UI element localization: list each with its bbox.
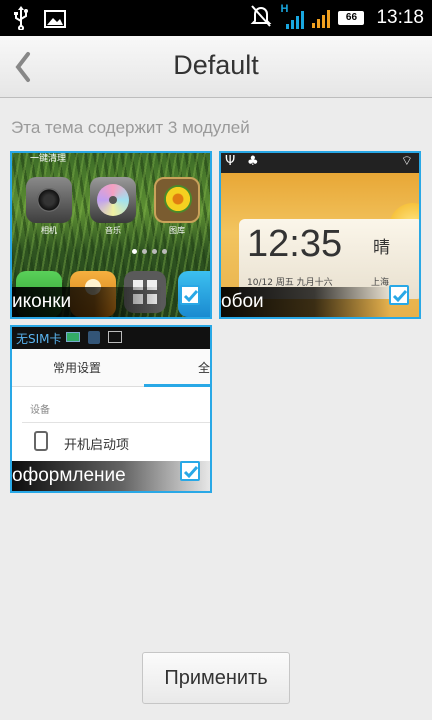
phone-icon	[34, 431, 48, 451]
preview-tab: 全部	[144, 349, 210, 387]
preview-section-caption: 设备	[30, 405, 50, 416]
camera-app-icon	[26, 177, 72, 223]
checkmark-icon	[392, 290, 408, 303]
module-wallpaper-checkbox[interactable]	[389, 285, 409, 305]
app-header: Default	[0, 36, 432, 98]
gallery-app-icon	[154, 177, 200, 223]
preview-status-bar: 无SIM卡	[12, 327, 210, 349]
wifi-icon: ⌔	[400, 154, 413, 169]
widget-weather: 晴	[373, 238, 390, 258]
preview-tabs: 常用设置 全部	[12, 349, 210, 387]
preview-tab: 常用设置	[52, 361, 101, 375]
page-title: Default	[173, 50, 259, 80]
apply-button[interactable]: Применить	[142, 652, 290, 704]
checkmark-icon	[183, 466, 199, 479]
battery-level: 66	[345, 12, 358, 23]
signal-icon: H	[280, 3, 305, 31]
preview-status-bar: Ψ ♣ ⌔	[221, 153, 419, 173]
usb-icon: Ψ	[225, 154, 236, 169]
module-icons-thumbnail[interactable]: 一键清理 相机 音乐 图库 иконки	[10, 151, 212, 319]
music-app-icon	[90, 177, 136, 223]
checkmark-icon	[183, 290, 199, 303]
muted-icon	[250, 4, 272, 32]
sim-status-text: 无SIM卡	[16, 332, 62, 346]
module-style-checkbox[interactable]	[180, 461, 200, 481]
android-icon: ♣	[247, 154, 259, 169]
shield-icon	[88, 331, 100, 344]
divider	[22, 422, 210, 423]
widget-time: 12:35	[247, 223, 343, 265]
module-label-wallpaper: обои	[221, 287, 391, 317]
status-bar: H 66 13:18	[0, 0, 432, 36]
page-indicator	[132, 249, 167, 254]
app-caption: 相机	[41, 226, 57, 235]
module-icons-checkbox[interactable]	[180, 285, 200, 305]
modules-count-text: Эта тема содержит 3 модулей	[11, 118, 250, 137]
module-label-icons: иконки	[12, 287, 162, 317]
battery-icon: 66	[338, 11, 365, 25]
module-wallpaper-thumbnail[interactable]: Ψ ♣ ⌔ 12:35 晴 10/12 周五 九月十六 上海 обои	[219, 151, 421, 319]
battery-icon	[66, 332, 80, 342]
module-style-thumbnail[interactable]: 无SIM卡 常用设置 全部 设备 开机启动项 оформление	[10, 325, 212, 493]
signal-icon-2	[312, 8, 331, 28]
app-caption: 音乐	[105, 226, 121, 235]
preview-list-item: 开机启动项	[64, 438, 130, 453]
image-icon	[108, 331, 122, 343]
preview-top-text: 一键清理	[30, 154, 67, 164]
usb-icon	[12, 6, 30, 36]
app-caption: 图库	[169, 226, 185, 235]
image-icon	[44, 10, 66, 32]
clock-time: 13:18	[376, 7, 424, 28]
